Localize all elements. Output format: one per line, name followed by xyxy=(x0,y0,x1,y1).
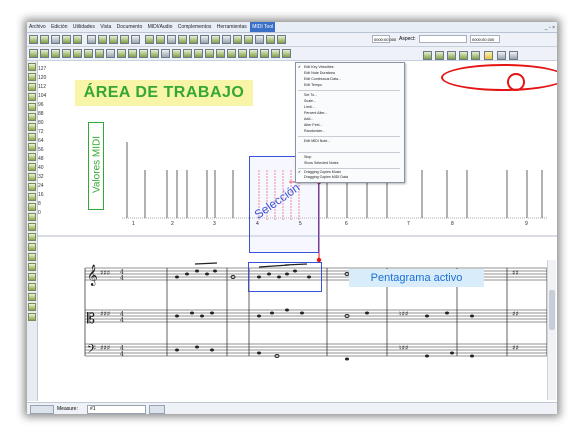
midi-values-label: Valores MIDI xyxy=(91,135,103,194)
key-signature-icon: ♯♯ xyxy=(512,344,519,352)
menu-item[interactable]: Show Selected Notes xyxy=(304,161,338,165)
score-selection-box[interactable] xyxy=(248,262,322,292)
measure-number: 5 xyxy=(299,221,302,227)
bass-clef-icon: 𝄢 xyxy=(87,343,96,359)
menu-item[interactable]: Edit Continuous Data... xyxy=(304,77,341,81)
key-signature-icon: ♯♯ xyxy=(512,310,519,318)
key-signature-icon: ♯♯♯ xyxy=(100,269,110,277)
key-signature-icon: ♮♯♯ xyxy=(399,344,408,352)
measure-number: 1 xyxy=(132,221,135,227)
measure-number: 2 xyxy=(171,221,174,227)
time-signature-icon: 4 xyxy=(120,317,124,324)
treble-clef-icon: 𝄞 xyxy=(87,265,98,286)
menu-item[interactable]: Limit... xyxy=(304,105,315,109)
staff-alto xyxy=(85,309,547,323)
key-signature-icon: ♯♯ xyxy=(512,269,519,277)
midi-values-label-box: Valores MIDI xyxy=(88,122,104,210)
menu-separator xyxy=(298,152,400,153)
measure-number: 6 xyxy=(345,221,348,227)
selected-tool-highlight xyxy=(507,73,525,91)
menu-item[interactable]: Stop xyxy=(304,155,311,159)
menu-item[interactable]: Randomize... xyxy=(304,129,325,133)
measure-number: 7 xyxy=(407,221,410,227)
measure-label: Measure: xyxy=(57,406,78,412)
menu-item[interactable]: Edit Tempo xyxy=(304,83,322,87)
menu-item[interactable]: Dragging Copies MIDI Data xyxy=(304,175,348,179)
palette-highlight-oval xyxy=(441,64,557,91)
menu-item[interactable]: Edit Note Durations xyxy=(304,71,335,75)
staff-bass xyxy=(85,343,547,357)
menu-item[interactable]: Edit MIDI Note... xyxy=(304,139,330,143)
menu-item[interactable]: Dragging Copies Music xyxy=(304,170,341,174)
finale-window: Archivo Edición Utilidades Vista Documen… xyxy=(27,22,557,414)
work-area-label: ÁREA DE TRABAJO xyxy=(75,80,253,106)
menu-item[interactable]: Add... xyxy=(304,117,313,121)
menu-separator xyxy=(298,90,400,91)
check-icon: ✔ xyxy=(298,170,302,174)
check-icon: ✔ xyxy=(298,65,302,69)
key-signature-icon: ♮♯♯ xyxy=(399,310,408,318)
measure-field[interactable]: #1 xyxy=(87,405,146,414)
measure-number: 8 xyxy=(451,221,454,227)
menu-item[interactable]: Percent Alter... xyxy=(304,111,327,115)
active-staff-label: Pentagrama activo xyxy=(349,269,484,287)
scrollbar-thumb[interactable] xyxy=(549,290,555,330)
menu-separator xyxy=(298,136,400,137)
measure-number: 4 xyxy=(256,221,259,227)
measure-number: 3 xyxy=(213,221,216,227)
key-signature-icon: ♯♯♯ xyxy=(100,344,110,352)
menu-item[interactable]: Set To... xyxy=(304,93,317,97)
menu-separator xyxy=(298,168,400,169)
time-signature-icon: 4 xyxy=(120,275,124,282)
page-nav-buttons[interactable] xyxy=(30,405,54,414)
menu-item[interactable]: Scale... xyxy=(304,99,316,103)
midi-tool-menu: ✔ Edit Key Velocities Edit Note Duration… xyxy=(295,62,405,183)
alto-clef-icon: 𝄡 xyxy=(87,311,95,327)
vertical-scrollbar[interactable] xyxy=(547,260,556,400)
menu-item[interactable]: Edit Key Velocities xyxy=(304,65,334,69)
menu-item[interactable]: Alter Feel... xyxy=(304,123,322,127)
measure-stepper[interactable] xyxy=(149,405,165,414)
measure-number: 9 xyxy=(525,221,528,227)
status-bar: Measure: #1 xyxy=(27,402,557,414)
time-signature-icon: 4 xyxy=(120,351,124,358)
key-signature-icon: ♯♯♯ xyxy=(100,310,110,318)
